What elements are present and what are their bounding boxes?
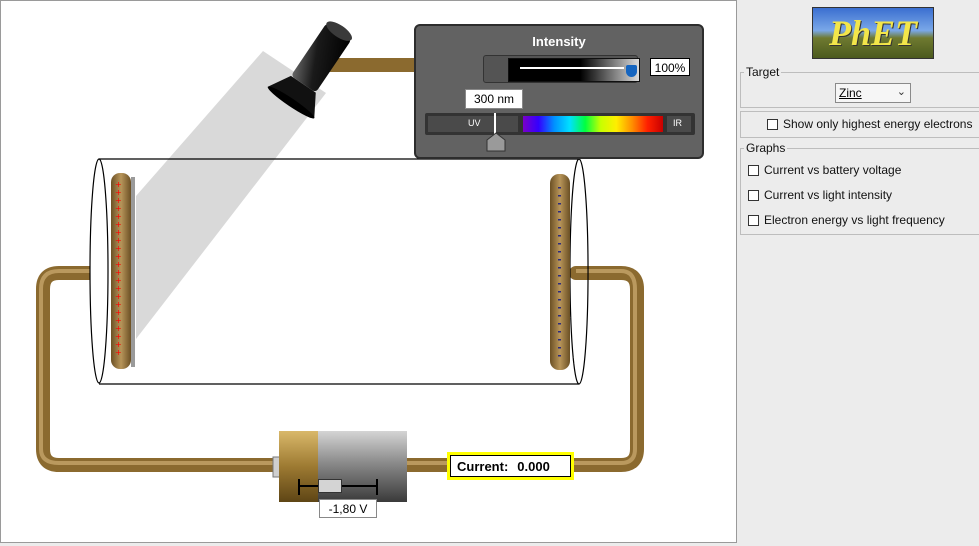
graph-checkbox-label: Current vs light intensity [764,188,893,202]
battery-slider-knob[interactable] [318,479,342,493]
minus-charge-mark [558,203,561,205]
phet-logo-text: PhET [828,13,917,53]
wavelength-slider-knob[interactable] [486,132,506,152]
minus-charge-mark [558,315,561,317]
graphs-legend: Graphs [744,141,788,155]
target-select[interactable]: Zinc ⌄ [835,83,911,103]
target-selected-value: Zinc [839,86,862,100]
highest-energy-checkbox[interactable]: Show only highest energy electrons [767,117,972,131]
minus-charge-mark [558,275,561,277]
graph-checkbox-label: Current vs battery voltage [764,163,902,177]
minus-charge-mark [558,259,561,261]
intensity-slider-knob[interactable] [626,65,637,77]
target-legend: Target [744,65,782,79]
intensity-slider[interactable] [483,55,640,83]
graph-checkbox-label: Electron energy vs light frequency [764,213,945,227]
intensity-percent-label: 100% [650,58,690,76]
minus-charge-mark [558,307,561,309]
plus-charge-mark: + [115,348,122,357]
minus-charge-mark [558,339,561,341]
minus-charge-mark [558,251,561,253]
wavelength-label: 300 nm [465,89,523,109]
chevron-down-icon: ⌄ [896,86,906,98]
minus-charge-mark [558,331,561,333]
graph-checkbox-box[interactable] [748,164,759,176]
phet-logo: PhET [812,7,934,59]
control-panel: PhET Target Zinc ⌄ Show only highest ene… [738,0,979,546]
highest-energy-checkbox-box[interactable] [767,118,778,130]
graph-energy-vs-frequency-checkbox[interactable]: Electron energy vs light frequency [748,213,945,227]
minus-charge-mark [558,347,561,349]
current-label: Current: [457,458,509,474]
minus-charge-mark [558,283,561,285]
minus-charge-mark [558,235,561,237]
minus-charge-mark [558,211,561,213]
battery-voltage-label: -1,80 V [319,499,377,518]
minus-charge-mark [558,195,561,197]
uv-label: UV [468,118,481,128]
visible-spectrum-bar [523,116,663,132]
minus-charge-mark [558,267,561,269]
minus-charge-mark [558,187,561,189]
minus-charge-mark [558,355,561,357]
current-display: Current: 0.000 [447,452,574,480]
minus-charge-mark [558,323,561,325]
positive-charges: ++++++++++++++++++++++ [115,180,122,357]
minus-charge-mark [558,299,561,301]
graph-current-vs-intensity-checkbox[interactable]: Current vs light intensity [748,188,892,202]
graph-checkbox-box[interactable] [748,189,759,201]
ir-label: IR [673,118,682,128]
simulation-canvas: + + + + + + + + + + + + + + + + + + + + + + -1,80 V [0,0,737,543]
light-control-panel: Intensity 100% 300 nm UV IR [414,24,704,159]
minus-charge-mark [558,291,561,293]
graph-checkbox-box[interactable] [748,214,759,226]
intensity-title: Intensity [532,34,586,49]
minus-charge-mark [558,227,561,229]
minus-charge-mark [558,219,561,221]
highest-energy-checkbox-label: Show only highest energy electrons [783,117,973,131]
current-value: 0.000 [517,458,550,474]
battery-voltage-slider[interactable] [298,477,378,499]
wavelength-slider[interactable]: UV IR [425,113,695,135]
graph-current-vs-voltage-checkbox[interactable]: Current vs battery voltage [748,163,901,177]
intensity-gradient-bar [508,58,640,82]
minus-charge-mark [558,243,561,245]
